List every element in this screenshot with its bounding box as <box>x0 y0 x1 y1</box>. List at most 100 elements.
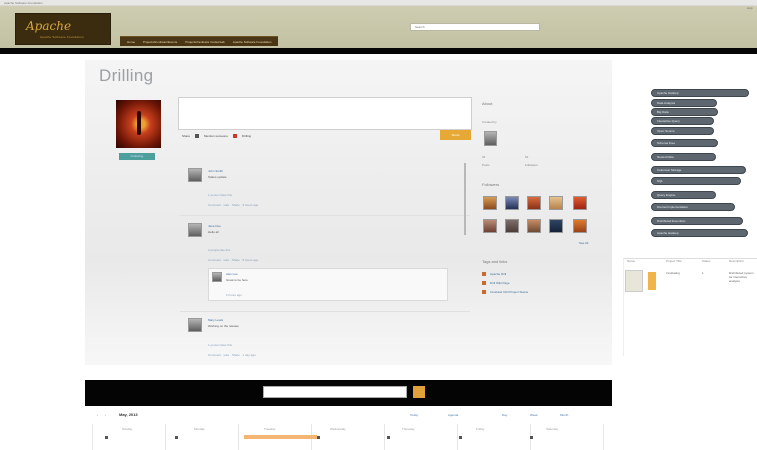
post-likes[interactable]: 1 person likes this <box>208 343 232 347</box>
event-dot[interactable] <box>530 436 533 439</box>
tag-pill[interactable]: Big Data <box>651 108 718 116</box>
post-likes[interactable]: 1 person likes this <box>208 193 232 197</box>
prev-month-icon[interactable]: ‹ <box>97 413 98 417</box>
post-divider <box>180 311 470 312</box>
calendar-link-day[interactable]: Day <box>502 413 507 417</box>
event-dot[interactable] <box>317 436 320 439</box>
post-author[interactable]: John Smith <box>208 169 223 173</box>
sidebar-link[interactable]: Drill Wiki Page <box>490 281 510 285</box>
follower-avatar[interactable] <box>549 196 563 210</box>
tag-pill[interactable]: Schema Free <box>651 139 718 147</box>
see-all-link[interactable]: See All <box>579 241 588 245</box>
calendar-link-month[interactable]: Month <box>560 413 568 417</box>
day-header: Saturday <box>546 427 559 431</box>
header-divider <box>0 48 757 54</box>
mention-link[interactable]: Mention someone <box>204 134 228 138</box>
search-button[interactable] <box>413 386 425 398</box>
follower-avatar[interactable] <box>573 219 587 233</box>
today-highlight[interactable] <box>244 435 317 439</box>
share-button[interactable]: Share <box>440 130 471 140</box>
post-text: Hello all <box>208 230 219 234</box>
link-icon <box>482 281 486 285</box>
nav-item-events[interactable]: Projects/Incubator/Events <box>139 40 181 44</box>
post-author[interactable]: Mary Lewis <box>208 318 223 322</box>
creator-avatar[interactable] <box>484 131 497 146</box>
site-logo[interactable]: Apache Apache Software Foundation <box>15 13 111 45</box>
follower-avatar[interactable] <box>549 219 563 233</box>
calendar-link-today[interactable]: Today <box>410 413 418 417</box>
posts-label: Posts <box>482 163 490 167</box>
next-month-icon[interactable]: › <box>105 413 106 417</box>
tag-pill[interactable]: Columnar Storage <box>651 166 746 174</box>
table-cell: Distributed system for interactive analy… <box>729 271 754 283</box>
follower-avatar[interactable] <box>573 196 587 210</box>
link-icon <box>482 272 486 276</box>
follower-avatar[interactable] <box>505 196 519 210</box>
tag-pill[interactable]: SQL <box>651 177 741 185</box>
post-text: Status update <box>208 175 227 179</box>
post-actions[interactable]: Comment · Like · Share · 5 hours ago <box>208 258 258 262</box>
calendar-search-input[interactable] <box>263 386 407 398</box>
feed-scrollbar[interactable] <box>464 163 466 235</box>
nav-item-home[interactable]: Home <box>123 40 139 44</box>
day-header: Wednesday <box>330 427 346 431</box>
follower-avatar[interactable] <box>483 219 497 233</box>
tag-pill[interactable]: Apache Hadoop <box>651 89 749 97</box>
post-divider <box>180 215 470 216</box>
tag-pill[interactable]: Apache Hadoop <box>651 229 748 237</box>
sidebar-link[interactable]: Apache Drill <box>490 272 506 276</box>
tag-pill[interactable]: Interactive Query <box>651 117 714 125</box>
status-marker <box>648 272 656 290</box>
post-author[interactable]: Jane Doe <box>208 224 221 228</box>
table-cell: Incubating <box>666 271 680 275</box>
reply-author[interactable]: Alex Lee <box>226 272 238 276</box>
tag-pill[interactable]: Data Analysis <box>651 99 717 107</box>
tag-pill[interactable]: Open Source <box>651 127 714 135</box>
tag-pill[interactable]: Nested Data <box>651 153 716 161</box>
day-header: Tuesday <box>264 427 276 431</box>
status-textarea[interactable] <box>178 97 472 130</box>
status-actions: Share Mention someone Drilling <box>182 131 251 141</box>
calendar-link-week[interactable]: Week <box>530 413 538 417</box>
avatar[interactable] <box>188 168 202 182</box>
follower-avatar[interactable] <box>505 219 519 233</box>
tag-pill[interactable]: Distributed Execution <box>651 217 743 225</box>
event-dot[interactable] <box>105 436 108 439</box>
created-label: Created by <box>482 120 497 124</box>
drilling-icon <box>232 134 237 138</box>
calendar-column-line <box>603 424 604 450</box>
nav-item-asf[interactable]: Apache Software Foundation <box>229 40 276 44</box>
avatar[interactable] <box>188 223 202 237</box>
nav-item-labs[interactable]: Projects/Incubator Codes/Lab <box>181 40 229 44</box>
search-input[interactable]: Search <box>410 23 540 31</box>
post-likes[interactable]: 2 people like this <box>208 248 230 252</box>
calendar-link-agenda[interactable]: Agenda <box>448 413 458 417</box>
tag-pill[interactable]: Dremel Implementation <box>651 203 735 211</box>
follower-avatar[interactable] <box>527 219 541 233</box>
day-header: Thursday <box>402 427 415 431</box>
tag-pill[interactable]: Query Engine <box>651 191 716 199</box>
help-link[interactable]: Help <box>747 6 753 10</box>
avatar[interactable] <box>188 318 202 332</box>
drilling-link[interactable]: Drilling <box>242 134 251 138</box>
calendar: ‹ › May, 2013 Today Agenda Day Week Mont… <box>92 406 604 450</box>
follow-button[interactable]: Following <box>119 153 155 160</box>
event-dot[interactable] <box>175 436 178 439</box>
follower-avatar[interactable] <box>527 196 541 210</box>
day-header: Friday <box>476 427 485 431</box>
microphone-image <box>137 111 141 135</box>
logo-subtitle: Apache Software Foundation <box>40 35 84 39</box>
project-thumbnail <box>625 270 643 292</box>
post-actions[interactable]: Comment · Like · Share · 1 day ago <box>208 353 256 357</box>
sidebar-link[interactable]: Incubator Drill Project Status <box>490 290 528 294</box>
followers-title: Followers <box>482 182 500 187</box>
avatar[interactable] <box>212 272 222 282</box>
event-dot[interactable] <box>387 436 390 439</box>
table-header: Name <box>627 259 636 263</box>
follower-avatar[interactable] <box>483 196 497 210</box>
post-actions[interactable]: Comment · Like · Share · 3 hours ago <box>208 203 258 207</box>
page-title: Drilling <box>99 66 154 85</box>
share-selector[interactable]: Share <box>182 134 190 138</box>
day-header: Monday <box>194 427 205 431</box>
event-dot[interactable] <box>459 436 462 439</box>
